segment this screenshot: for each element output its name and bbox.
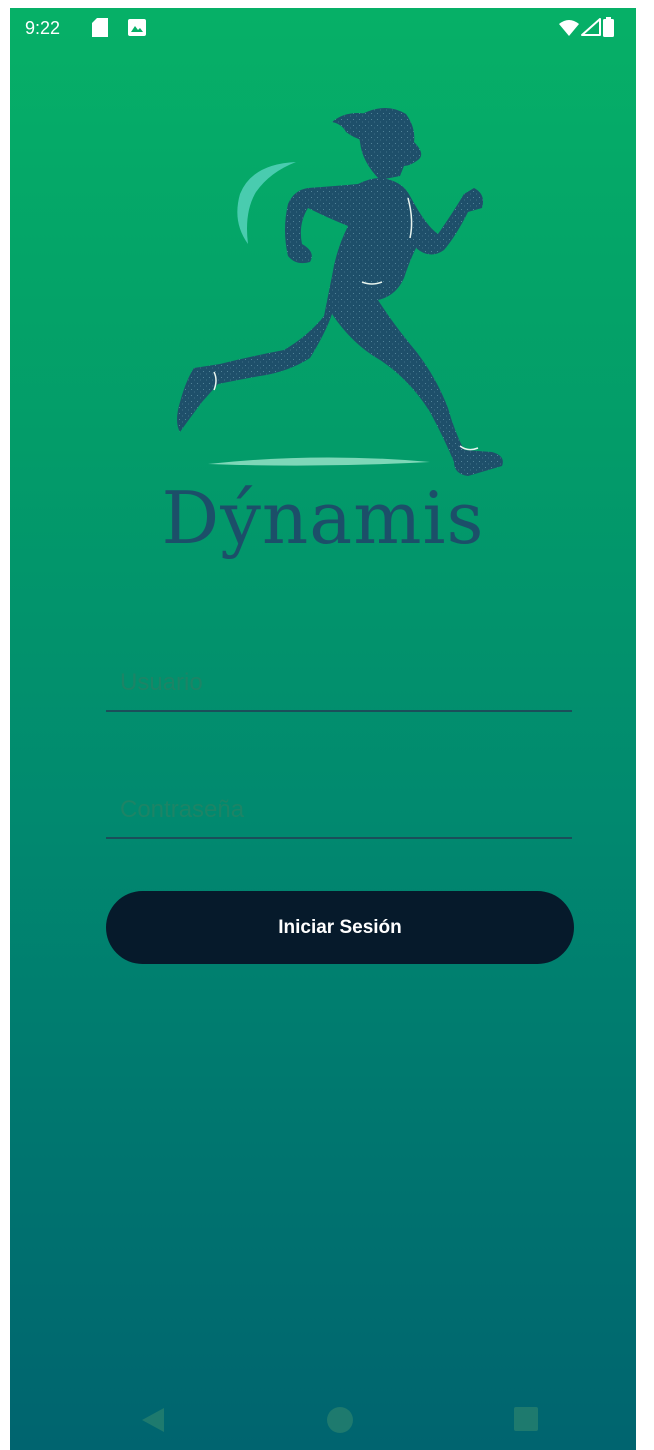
status-time: 9:22 [25,18,61,38]
password-field[interactable] [106,783,572,839]
signal-icon [581,18,601,36]
username-field[interactable] [106,656,572,712]
running-person-logo [177,108,503,476]
navigation-bar [10,1390,636,1450]
login-button[interactable]: Iniciar Sesión [106,891,574,964]
username-input[interactable] [106,656,572,710]
back-icon[interactable] [140,1406,166,1434]
login-screen: 9:22 Dýnamis Usuario Iniciar Sesión [10,8,636,1450]
recents-icon[interactable] [514,1407,538,1431]
battery-icon [603,17,614,37]
password-input[interactable] [106,783,572,837]
sd-card-icon [92,18,108,37]
photo-icon [128,19,146,36]
wifi-icon [559,20,579,36]
status-bar: 9:22 [10,8,636,46]
app-name: Dýnamis [161,476,485,560]
home-icon[interactable] [326,1406,354,1434]
